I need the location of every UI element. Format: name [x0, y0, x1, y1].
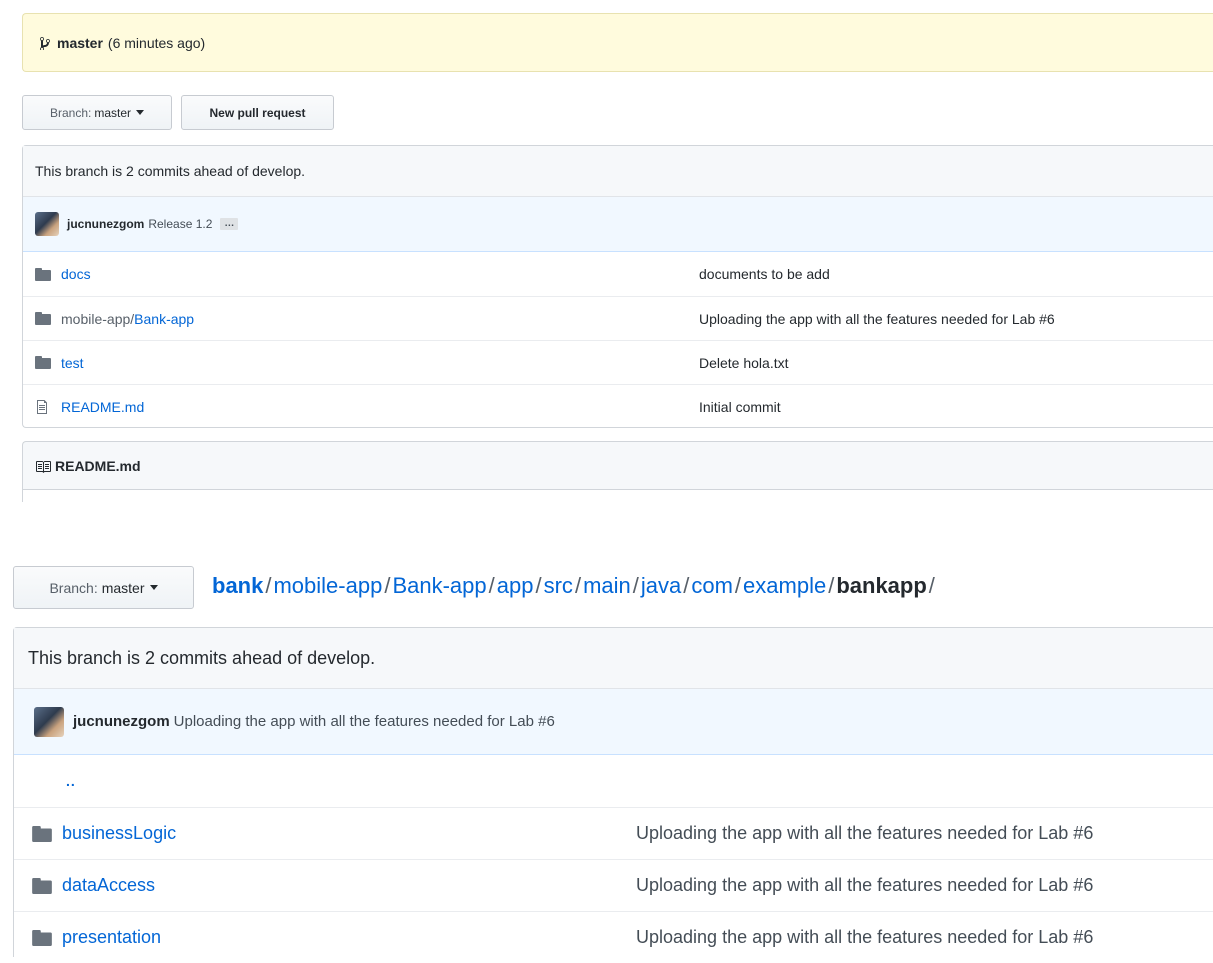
branch-label: Branch:	[49, 105, 92, 120]
commit-author[interactable]: jucnunezgom	[67, 217, 144, 231]
file-commit-message[interactable]: Uploading the app with all the features …	[636, 927, 1093, 948]
breadcrumb: bank/mobile-app/Bank-app/app/src/main/ja…	[212, 573, 937, 599]
folder-icon	[35, 356, 51, 369]
breadcrumb-separator: /	[734, 573, 742, 598]
branch-value: master	[101, 579, 145, 596]
expand-commit-button[interactable]: …	[220, 218, 239, 230]
caret-down-icon	[136, 110, 145, 115]
file-list: docs documents to be add mobile-app/Bank…	[23, 252, 1213, 428]
folder-icon	[32, 877, 52, 894]
file-row: dataAccess Uploading the app with all th…	[14, 859, 1213, 911]
new-pull-request-button[interactable]: New pull request	[181, 95, 334, 130]
file-link[interactable]: README.md	[61, 399, 144, 415]
file-path-prefix[interactable]: mobile-app/	[61, 311, 134, 327]
file-commit-message[interactable]: documents to be add	[699, 266, 830, 282]
breadcrumb-item[interactable]: Bank-app	[392, 573, 486, 598]
notice-time: (6 minutes ago)	[107, 34, 206, 51]
file-navigation: This branch is 2 commits ahead of develo…	[22, 145, 1213, 428]
breadcrumb-separator: /	[265, 573, 272, 598]
folder-icon	[35, 267, 51, 281]
breadcrumb-item[interactable]: java	[641, 573, 681, 598]
folder-icon	[32, 929, 52, 946]
readme-body	[22, 489, 1213, 502]
file-navigation: This branch is 2 commits ahead of develo…	[13, 627, 1213, 957]
branch-status: This branch is 2 commits ahead of develo…	[23, 146, 1213, 197]
file-row: docs documents to be add	[23, 252, 1213, 296]
avatar[interactable]	[34, 706, 64, 737]
breadcrumb-item[interactable]: src	[544, 573, 573, 598]
breadcrumb-separator: /	[384, 573, 391, 598]
breadcrumb-item[interactable]: app	[497, 573, 534, 598]
book-icon	[36, 460, 51, 473]
file-link[interactable]: dataAccess	[62, 875, 155, 896]
file-link[interactable]: businessLogic	[62, 823, 176, 844]
breadcrumb-separator: /	[828, 573, 835, 598]
parent-directory-link[interactable]: ..	[14, 773, 76, 789]
branch-icon	[40, 36, 50, 50]
commit-message[interactable]: Release 1.2	[148, 217, 212, 231]
file-link[interactable]: presentation	[62, 927, 161, 948]
branch-select-button[interactable]: Branch: master	[22, 95, 172, 130]
breadcrumb-separator: /	[683, 573, 690, 598]
file-link[interactable]: Bank-app	[134, 311, 194, 327]
latest-commit: jucnunezgom Release 1.2 …	[23, 197, 1213, 252]
breadcrumb-separator: /	[928, 573, 935, 598]
breadcrumb-item[interactable]: com	[691, 573, 733, 598]
file-icon	[37, 399, 47, 414]
file-commit-message[interactable]: Delete hola.txt	[699, 355, 789, 371]
breadcrumb-separator: /	[574, 573, 582, 598]
folder-icon	[32, 825, 52, 842]
branch-status: This branch is 2 commits ahead of develo…	[14, 628, 1213, 689]
file-commit-message[interactable]: Initial commit	[699, 399, 781, 415]
commit-message[interactable]: Uploading the app with all the features …	[174, 713, 555, 730]
readme-header: README.md	[22, 441, 1213, 490]
file-commit-message[interactable]: Uploading the app with all the features …	[636, 823, 1093, 844]
breadcrumb-repo[interactable]: bank	[212, 573, 263, 598]
breadcrumb-separator: /	[535, 573, 542, 598]
branch-select-button[interactable]: Branch: master	[13, 566, 194, 609]
caret-down-icon	[149, 585, 158, 590]
file-row: presentation Uploading the app with all …	[14, 911, 1213, 963]
branch-value: master	[94, 105, 132, 120]
breadcrumb-separator: /	[488, 573, 495, 598]
file-row: mobile-app/Bank-app Uploading the app wi…	[23, 296, 1213, 340]
file-row: businessLogic Uploading the app with all…	[14, 807, 1213, 859]
file-row: README.md Initial commit	[23, 384, 1213, 428]
breadcrumb-item[interactable]: mobile-app	[273, 573, 382, 598]
notice-branch-name[interactable]: master	[57, 35, 103, 51]
readme-title: README.md	[55, 457, 141, 474]
recent-push-notice: master (6 minutes ago)	[22, 13, 1213, 72]
breadcrumb-item[interactable]: example	[743, 573, 826, 598]
folder-icon	[35, 312, 51, 325]
latest-commit: jucnunezgom Uploading the app with all t…	[14, 689, 1213, 755]
parent-directory-row: ..	[14, 755, 1213, 807]
avatar[interactable]	[35, 212, 59, 236]
branch-label: Branch:	[49, 579, 98, 596]
commit-author[interactable]: jucnunezgom	[73, 713, 170, 730]
file-row: test Delete hola.txt	[23, 340, 1213, 384]
file-link[interactable]: docs	[61, 266, 91, 282]
file-commit-message[interactable]: Uploading the app with all the features …	[636, 875, 1093, 896]
file-list: .. businessLogic Uploading the app with …	[14, 755, 1213, 963]
breadcrumb-current: bankapp	[836, 573, 927, 598]
breadcrumb-separator: /	[632, 573, 639, 598]
file-link[interactable]: test	[61, 355, 84, 371]
breadcrumb-item[interactable]: main	[583, 573, 631, 598]
file-commit-message[interactable]: Uploading the app with all the features …	[699, 311, 1055, 327]
